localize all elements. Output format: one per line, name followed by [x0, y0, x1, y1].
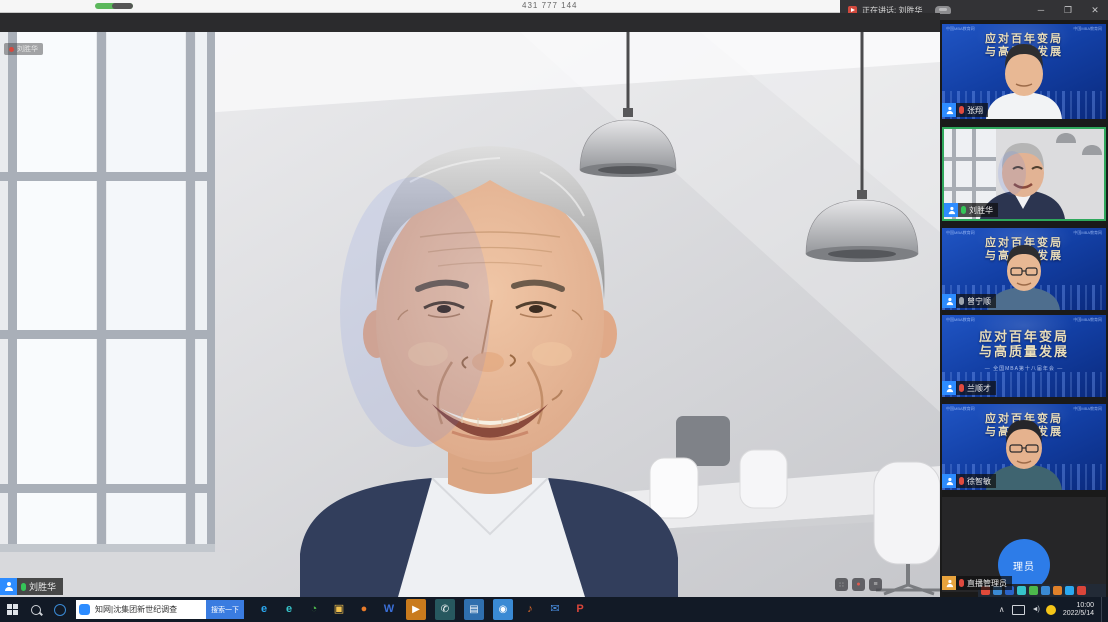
input-method-icon[interactable]	[1046, 605, 1056, 615]
taskbar-app-pdf-reader[interactable]: P	[572, 602, 588, 618]
tray-icon-drive[interactable]	[1041, 586, 1050, 595]
mic-status-icon	[961, 206, 966, 214]
close-button[interactable]: ✕	[1084, 0, 1106, 20]
volume-icon[interactable]: ◄)	[1032, 606, 1039, 613]
start-button[interactable]	[0, 597, 24, 622]
windows-taskbar: 搜索一下 ee ◔ ▣ ● W ▶ ✆ ▤ ◉ ♪ ✉ P ∧ ◄) 10:00 2022/5/14	[0, 597, 1108, 622]
taskbar-app-music[interactable]: ♪	[522, 602, 538, 618]
overlay-record-icon[interactable]: ●	[852, 578, 865, 591]
screen: 431 777 144 正在讲话: 刘胜华 ─ ❐ ✕	[0, 0, 1108, 622]
browser-tab-indicator	[95, 3, 133, 9]
participant-tile[interactable]: 理员 直播管理员	[942, 497, 1106, 592]
overlay-badge-icon[interactable]: ∷	[835, 578, 848, 591]
minimize-button[interactable]: ─	[1030, 0, 1052, 20]
show-desktop-button[interactable]	[1101, 597, 1106, 622]
taskbar-app-meeting-app-active[interactable]: ▶	[406, 599, 426, 620]
mic-status-icon	[959, 477, 964, 485]
taskbar-app-file-explorer[interactable]: ▣	[331, 602, 347, 618]
record-dot-icon	[9, 47, 14, 52]
participant-name-label: 刘胜华	[944, 203, 998, 217]
search-go-button[interactable]: 搜索一下	[206, 600, 244, 619]
speaker-name-label: 刘胜华	[0, 578, 63, 595]
participant-name-label: 徐智敏	[942, 474, 996, 488]
taskbar-app-docs[interactable]: ▤	[464, 599, 484, 620]
overlay-mute-icon[interactable]: ≡	[869, 578, 882, 591]
participant-badge-icon	[942, 294, 956, 308]
tray-icon-orange-app[interactable]	[1053, 586, 1062, 595]
participant-badge-icon	[944, 203, 958, 217]
main-video-feed[interactable]: 刘胜华 刘胜华 ∷ ● ≡	[0, 32, 940, 597]
taskbar-app-browser-green[interactable]: ◔	[306, 602, 322, 618]
tray-icon-cloud[interactable]	[1017, 586, 1026, 595]
maximize-button[interactable]: ❐	[1057, 0, 1079, 20]
participant-badge-icon	[942, 103, 956, 117]
participant-tile-active[interactable]: 刘胜华	[942, 127, 1106, 221]
participant-tile[interactable]: 中国MBA教育网中国MBA教育网 应对百年变局与高质量发展 徐智敏	[942, 404, 1106, 490]
taskbar-app-voov-meeting[interactable]: ◉	[493, 599, 513, 620]
participant-badge-icon	[942, 474, 956, 488]
mic-status-icon	[959, 297, 964, 305]
os-title-bar: 431 777 144	[0, 0, 840, 13]
participant-badge-icon	[0, 578, 17, 595]
participant-badge-icon	[942, 381, 956, 395]
participant-name-label: 曾宁顺	[942, 294, 996, 308]
taskbar-app-mail[interactable]: ✉	[547, 602, 563, 618]
taskbar-app-word[interactable]: W	[381, 602, 397, 618]
tray-chevron-icon[interactable]: ∧	[999, 605, 1005, 614]
taskbar-app-wechat[interactable]: ✆	[435, 599, 455, 620]
tray-icon-blue-app[interactable]	[1065, 586, 1074, 595]
participant-tile[interactable]: 中国MBA教育网中国MBA教育网 应对百年变局与高质量发展 张翔	[942, 24, 1106, 119]
meeting-id: 431 777 144	[522, 1, 578, 10]
mic-status-icon	[959, 579, 964, 587]
touch-keyboard-icon[interactable]	[1012, 605, 1025, 615]
taskbar-apps: ee ◔ ▣ ● W ▶ ✆ ▤ ◉ ♪ ✉ P	[256, 599, 588, 620]
tray-icon-green-app[interactable]	[1029, 586, 1038, 595]
participant-tile[interactable]: 中国MBA教育网中国MBA教育网 应对百年变局与高质量发展 曾宁顺	[942, 228, 1106, 310]
taskbar-app-firefox[interactable]: ●	[356, 602, 372, 618]
search-input[interactable]	[93, 604, 206, 615]
participant-name-label: 张翔	[942, 103, 988, 117]
participant-name-label: 兰顺才	[942, 381, 996, 395]
taskbar-app-edge-browser[interactable]: e	[281, 602, 297, 618]
mic-status-icon	[21, 583, 26, 591]
recording-watermark: 刘胜华	[4, 43, 43, 55]
taskbar-search-box[interactable]: 搜索一下	[76, 600, 244, 619]
tray-icon-red-app[interactable]	[1077, 586, 1086, 595]
cortana-icon[interactable]	[48, 597, 72, 622]
speaker-video-illustration	[0, 32, 940, 597]
participant-tile[interactable]: 中国MBA教育网中国MBA教育网 应对百年变局与高质量发展 — 全国MBA第十八…	[942, 315, 1106, 397]
participant-badge-icon	[942, 576, 956, 590]
system-tray: ∧ ◄) 10:00 2022/5/14	[999, 597, 1108, 622]
mic-status-icon	[959, 384, 964, 392]
taskbar-search-icon[interactable]	[24, 597, 48, 622]
tray-clock[interactable]: 10:00 2022/5/14	[1063, 602, 1094, 618]
participant-name-label: 直播管理员	[942, 576, 1012, 590]
mic-status-icon	[959, 106, 964, 114]
video-overlay-controls: ∷ ● ≡	[835, 578, 882, 591]
browser-icon	[79, 604, 90, 615]
participants-sidebar: 中国MBA教育网中国MBA教育网 应对百年变局与高质量发展 张翔	[940, 20, 1108, 597]
taskbar-app-ie-browser[interactable]: e	[256, 602, 272, 618]
meeting-window-toolbar	[0, 13, 940, 32]
